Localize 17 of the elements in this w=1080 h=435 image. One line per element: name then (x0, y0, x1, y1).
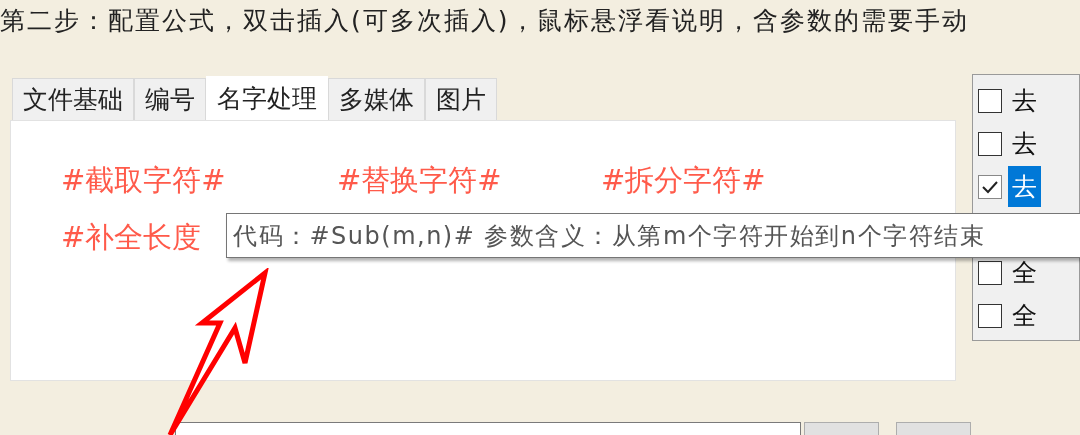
instruction-text: 第二步：配置公式，双击插入(可多次插入)，鼠标悬浮看说明，含参数的需要手动 (0, 5, 969, 36)
checkbox[interactable] (977, 88, 1002, 113)
checkbox[interactable] (977, 260, 1002, 285)
tab[interactable]: 编号 (134, 78, 206, 120)
checkbox[interactable] (977, 174, 1002, 199)
option-label[interactable]: 全 (1007, 295, 1041, 336)
tooltip-text: 代码：#Sub(m,n)# 参数含义：从第m个字符开始到n个字符结束 (233, 220, 986, 252)
option-label[interactable]: 去 (1007, 166, 1041, 207)
tab[interactable]: 文件基础 (12, 78, 134, 120)
check-icon (980, 179, 999, 194)
tab[interactable]: 图片 (425, 78, 497, 120)
tab[interactable]: 名字处理 (206, 76, 328, 120)
tab[interactable]: 多媒体 (328, 78, 425, 120)
checkbox[interactable] (977, 131, 1002, 156)
checkbox[interactable] (977, 303, 1002, 328)
option-label[interactable]: 去 (1007, 123, 1041, 164)
option-label[interactable]: 去 (1007, 80, 1041, 121)
